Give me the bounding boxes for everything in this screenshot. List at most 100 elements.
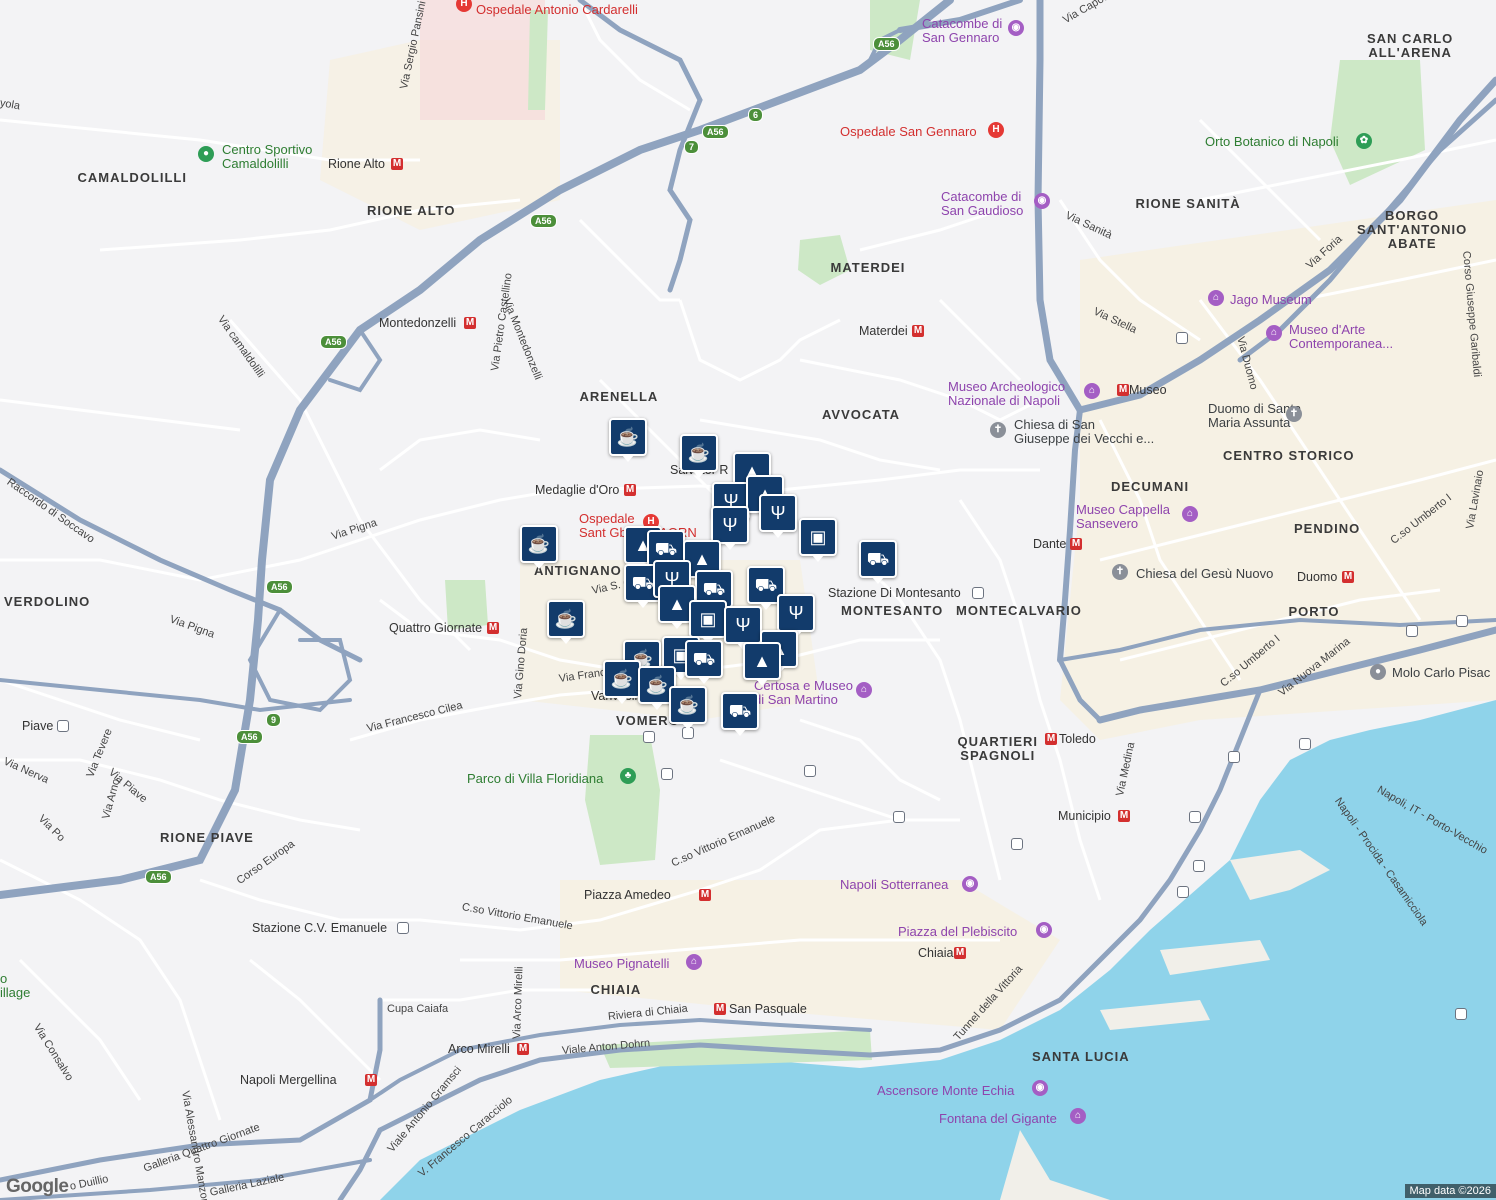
cross-icon[interactable]: ✝ [1112,564,1128,580]
station-label-medaglie[interactable]: Medaglie d'Oro [535,483,619,497]
museum-icon[interactable]: ⌂ [1070,1108,1086,1124]
poi-label-molo[interactable]: Molo Carlo Pisac [1392,666,1490,680]
bus-stop-icon[interactable] [1193,860,1205,872]
camera-icon[interactable]: ◉ [962,876,978,892]
bus-stop-icon[interactable] [1406,625,1418,637]
poi-label-fontana[interactable]: Fontana del Gigante [939,1112,1057,1126]
bus-station-icon[interactable] [972,587,984,599]
metro-icon[interactable]: M [365,1074,377,1086]
station-label-dante[interactable]: Dante [1033,537,1066,551]
station-label-chiaia-st[interactable]: Chiaia [918,946,953,960]
metro-icon[interactable]: M [1118,810,1130,822]
bus-station-icon[interactable] [57,720,69,732]
museum-icon[interactable]: ⌂ [1182,506,1198,522]
metro-icon[interactable]: M [1342,571,1354,583]
bus-stop-icon[interactable] [643,731,655,743]
station-label-stazione-cv[interactable]: Stazione C.V. Emanuele [252,921,387,935]
bus-stop-icon[interactable] [1299,738,1311,750]
metro-icon[interactable]: M [912,325,924,337]
bus-stop-icon[interactable] [1011,838,1023,850]
poi-label-plebiscito[interactable]: Piazza del Plebiscito [898,925,1017,939]
poi-label-jago[interactable]: Jago Museum [1230,293,1312,307]
cart-marker[interactable]: ⛟ [721,692,759,736]
station-label-materdei-st[interactable]: Materdei [859,324,908,338]
poi-label-museo-contemp[interactable]: Museo d'Arte Contemporanea... [1289,323,1393,351]
poi-label-centro-sportivo[interactable]: Centro Sportivo Camaldolilli [222,143,312,171]
metro-icon[interactable]: M [487,622,499,634]
bag-marker[interactable]: ▣ [799,518,837,562]
metro-icon[interactable]: M [1045,733,1057,745]
poi-label-villa-floridiana-park[interactable]: Parco di Villa Floridiana [467,772,603,786]
poi-label-catacombe-gennaro[interactable]: Catacombe di San Gennaro [922,17,1002,45]
bag-marker[interactable]: ▣ [689,600,727,644]
metro-icon[interactable]: M [517,1043,529,1055]
station-label-quattro-giornate[interactable]: Quattro Giornate [389,621,482,635]
poi-label-ascensore[interactable]: Ascensore Monte Echia [877,1084,1014,1098]
metro-icon[interactable]: M [714,1003,726,1015]
bus-stop-icon[interactable] [893,811,905,823]
poi-label-village[interactable]: o illage [0,972,30,1000]
cutlery-marker[interactable]: Ψ [777,594,815,638]
cutlery-marker[interactable]: Ψ [711,506,749,550]
bus-station-icon[interactable] [397,922,409,934]
camera-icon[interactable]: ◉ [1032,1080,1048,1096]
station-label-piave-st[interactable]: Piave [22,719,53,733]
museum-icon[interactable]: ⌂ [1084,383,1100,399]
station-label-montedonzelli[interactable]: Montedonzelli [379,316,456,330]
hospital-icon[interactable]: H [988,122,1004,138]
map-canvas[interactable]: CAMALDOLILLI RIONE ALTO ARENELLA AVVOCATA MA… [0,0,1496,1200]
cup-marker[interactable]: ☕ [547,600,585,644]
metro-icon[interactable]: M [464,317,476,329]
museum-icon[interactable]: ⌂ [1208,290,1224,306]
poi-label-ospedale-gennaro[interactable]: Ospedale San Gennaro [840,125,977,139]
poi-label-pignatelli[interactable]: Museo Pignatelli [574,957,669,971]
cup-marker[interactable]: ☕ [680,434,718,478]
camera-icon[interactable]: ◉ [1008,20,1024,36]
poi-label-cappella[interactable]: Museo Cappella Sansevero [1076,503,1170,531]
cart-marker[interactable]: ⛟ [685,640,723,684]
flower-icon[interactable]: ✿ [1356,133,1372,149]
station-label-rione-alto-st[interactable]: Rione Alto [328,157,385,171]
tree-icon[interactable]: ♣ [620,768,636,784]
metro-icon[interactable]: M [391,158,403,170]
cutlery-marker[interactable]: Ψ [724,606,762,650]
station-label-arco-mirelli[interactable]: Arco Mirelli [448,1042,510,1056]
poi-label-catacombe-gaudioso[interactable]: Catacombe di San Gaudioso [941,190,1023,218]
camera-icon[interactable]: ◉ [1036,922,1052,938]
metro-icon[interactable]: M [1070,538,1082,550]
bus-stop-icon[interactable] [1189,811,1201,823]
bus-stop-icon[interactable] [1176,332,1188,344]
bus-stop-icon[interactable] [1455,1008,1467,1020]
bus-stop-icon[interactable] [804,765,816,777]
station-label-duomo-st[interactable]: Duomo [1297,570,1337,584]
cap-marker[interactable]: ▲ [743,642,781,686]
metro-icon[interactable]: M [624,484,636,496]
station-label-municipio[interactable]: Municipio [1058,809,1111,823]
bus-stop-icon[interactable] [1228,751,1240,763]
station-label-piazza-amedeo[interactable]: Piazza Amedeo [584,888,671,902]
poi-label-napoli-sotterranea[interactable]: Napoli Sotterranea [840,878,948,892]
metro-icon[interactable]: M [1117,384,1129,396]
station-label-mergellina[interactable]: Napoli Mergellina [240,1073,337,1087]
bus-stop-icon[interactable] [661,768,673,780]
cup-marker[interactable]: ☕ [609,418,647,462]
metro-icon[interactable]: M [699,889,711,901]
cross-icon[interactable]: ✝ [990,422,1006,438]
camera-icon[interactable]: ◉ [1034,193,1050,209]
museum-icon[interactable]: ⌂ [1266,325,1282,341]
poi-label-cardarelli[interactable]: Ospedale Antonio Cardarelli [476,3,638,17]
poi-label-museo-arch[interactable]: Museo Archeologico Nazionale di Napoli [948,380,1065,408]
map-credit[interactable]: Map data ©2026 [1404,1184,1496,1198]
station-label-stazione-montesanto[interactable]: Stazione Di Montesanto [828,586,961,600]
cart-marker[interactable]: ⛟ [859,540,897,584]
dot-icon[interactable]: ● [198,146,214,162]
station-label-san-pasquale[interactable]: San Pasquale [729,1002,807,1016]
museum-icon[interactable]: ⌂ [686,954,702,970]
bus-stop-icon[interactable] [1177,886,1189,898]
cup-marker[interactable]: ☕ [669,686,707,730]
station-label-toledo[interactable]: Toledo [1059,732,1096,746]
poi-label-orto[interactable]: Orto Botanico di Napoli [1205,135,1339,149]
dot-gray-icon[interactable]: ● [1370,664,1386,680]
cup-marker[interactable]: ☕ [520,525,558,569]
metro-icon[interactable]: M [954,947,966,959]
